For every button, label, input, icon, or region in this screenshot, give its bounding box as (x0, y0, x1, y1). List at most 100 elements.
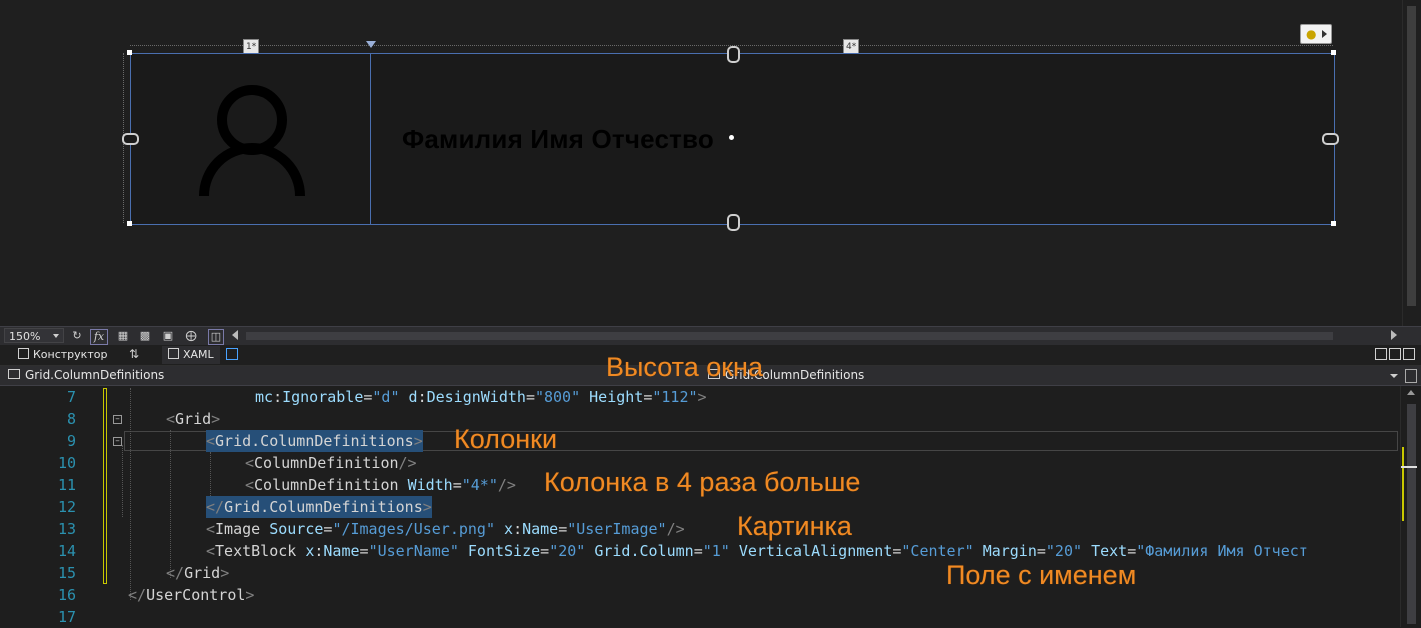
selection-center-handle[interactable] (729, 135, 734, 140)
split-editor-icon[interactable] (1405, 369, 1417, 383)
lightbulb-icon[interactable]: ● (1300, 24, 1332, 44)
resize-handle-top-right[interactable] (1331, 50, 1336, 55)
split-vertical-icon[interactable] (1375, 348, 1387, 360)
chevron-down-icon[interactable] (53, 334, 59, 338)
code-line[interactable]: 12 </Grid.ColumnDefinitions> (0, 496, 1400, 518)
swap-panes-icon[interactable]: ⇅ (129, 347, 139, 361)
tab-xaml[interactable]: XAML (162, 346, 220, 364)
line-number: 16 (57, 586, 76, 604)
attr-name: Ignorable (282, 388, 364, 406)
margin-anchor-top[interactable] (727, 46, 740, 63)
element-name: ColumnDefinition (254, 476, 399, 494)
annotation-column-4x: Колонка в 4 раза больше (544, 467, 861, 497)
code-line[interactable]: 17 (0, 606, 1400, 628)
line-number: 11 (57, 476, 76, 494)
user-name-preview[interactable]: Фамилия Имя Отчество (402, 124, 714, 155)
popout-xaml-icon[interactable] (226, 348, 238, 360)
resize-handle-bottom-right[interactable] (1331, 221, 1336, 226)
scroll-left-arrow[interactable] (232, 330, 238, 340)
snap-lines-icon[interactable]: ⨁ (184, 329, 198, 343)
attr-value: "800" (534, 388, 581, 406)
element-name: Grid (184, 564, 221, 582)
line-number: 8 (66, 410, 76, 428)
margin-anchor-bottom[interactable] (727, 214, 740, 231)
element-name: ColumnDefinition (254, 454, 399, 472)
attr-value: "4*" (461, 476, 498, 494)
line-number: 9 (66, 432, 76, 450)
user-icon[interactable] (196, 82, 308, 200)
annotation-columns: Колонки (454, 424, 558, 454)
line-number: 13 (57, 520, 76, 538)
annotation-name-field: Поле с именем (946, 560, 1137, 590)
code-line[interactable]: 9 <Grid.ColumnDefinitions> (0, 430, 1400, 452)
line-number: 12 (57, 498, 76, 516)
tab-designer-label: Конструктор (33, 348, 108, 361)
resize-handle-bottom-left[interactable] (127, 221, 132, 226)
chevron-down-icon[interactable] (1390, 374, 1398, 378)
attr-name: Grid.Column (594, 542, 694, 560)
designer-surface[interactable]: 1* 4* Фамилия Имя Отчество ● (0, 0, 1421, 326)
attr-value: "Center" (901, 542, 974, 560)
attr-value: "1" (702, 542, 730, 560)
attr-value: "20" (549, 542, 586, 560)
line-number: 10 (57, 454, 76, 472)
attr-name: Text (1091, 542, 1128, 560)
line-number: 17 (57, 608, 76, 626)
xaml-icon (168, 348, 179, 359)
artboard-icon[interactable]: ▣ (161, 329, 175, 343)
designer-icon (18, 348, 29, 359)
code-line[interactable]: 13 <Image Source="/Images/User.png" x:Na… (0, 518, 1400, 540)
grid-icon[interactable]: ▦ (116, 329, 130, 343)
tab-designer[interactable]: Конструктор (18, 346, 107, 364)
code-line[interactable]: 14 <TextBlock x:Name="UserName" FontSize… (0, 540, 1400, 562)
snap-grid-icon[interactable]: ▩ (138, 329, 152, 343)
resize-handle-top-left[interactable] (127, 50, 132, 55)
attr-name: Height (589, 388, 644, 406)
designer-horizontal-scrollbar[interactable] (246, 332, 1333, 340)
zoom-dropdown[interactable]: 150% (4, 328, 64, 343)
zoom-value: 150% (9, 330, 41, 343)
column-divider-marker[interactable] (366, 41, 376, 48)
attr-name: FontSize (467, 542, 541, 560)
ns-prefix: x (504, 520, 514, 538)
margin-anchor-left[interactable] (122, 133, 139, 145)
split-horizontal-icon[interactable] (1389, 348, 1401, 360)
attr-name: Name (522, 520, 559, 538)
attr-value: "Фамилия Имя Отчест (1136, 542, 1308, 560)
attr-value: "d" (372, 388, 400, 406)
code-line[interactable]: 8 <Grid> (0, 408, 1400, 430)
attr-value: "/Images/User.png" (332, 520, 495, 538)
designer-vertical-scrollbar[interactable] (1402, 0, 1421, 326)
code-line[interactable]: 15 </Grid> (0, 562, 1400, 584)
line-number: 15 (57, 564, 76, 582)
element-name: Image (215, 520, 261, 538)
attr-value: "20" (1045, 542, 1083, 560)
attr-value: "112" (652, 388, 698, 406)
scrollbar-caret-marker (1401, 466, 1417, 468)
margin-anchor-right[interactable] (1322, 133, 1339, 145)
device-icon[interactable]: ◫ (208, 329, 224, 345)
attr-name: Source (269, 520, 324, 538)
refresh-icon[interactable]: ↻ (70, 329, 84, 343)
attr-name: VerticalAlignment (738, 542, 893, 560)
element-name: Grid.ColumnDefinitions (215, 432, 414, 450)
attr-value: "UserName" (368, 542, 459, 560)
ns-prefix: mc (255, 388, 274, 406)
element-icon (8, 369, 20, 379)
tab-xaml-label: XAML (183, 348, 214, 361)
element-name: Grid.ColumnDefinitions (224, 498, 423, 516)
code-line[interactable]: 16 </UserControl> (0, 584, 1400, 606)
grid-column-divider[interactable] (370, 53, 371, 224)
collapse-pane-icon[interactable] (1403, 348, 1415, 360)
annotation-picture: Картинка (737, 511, 852, 541)
scrollbar-thumb[interactable] (1407, 404, 1416, 624)
code-line[interactable]: 7 mc:Ignorable="d" d:DesignWidth="800" H… (0, 386, 1400, 408)
attr-name: Width (407, 476, 453, 494)
scroll-right-arrow[interactable] (1391, 330, 1397, 340)
attr-name: Margin (982, 542, 1037, 560)
attr-name: DesignWidth (426, 388, 526, 406)
element-navigator-left[interactable]: Grid.ColumnDefinitions (8, 367, 164, 384)
scroll-up-arrow[interactable] (1407, 390, 1415, 395)
ns-prefix: d (408, 388, 418, 406)
fx-icon[interactable]: fx (90, 329, 108, 345)
